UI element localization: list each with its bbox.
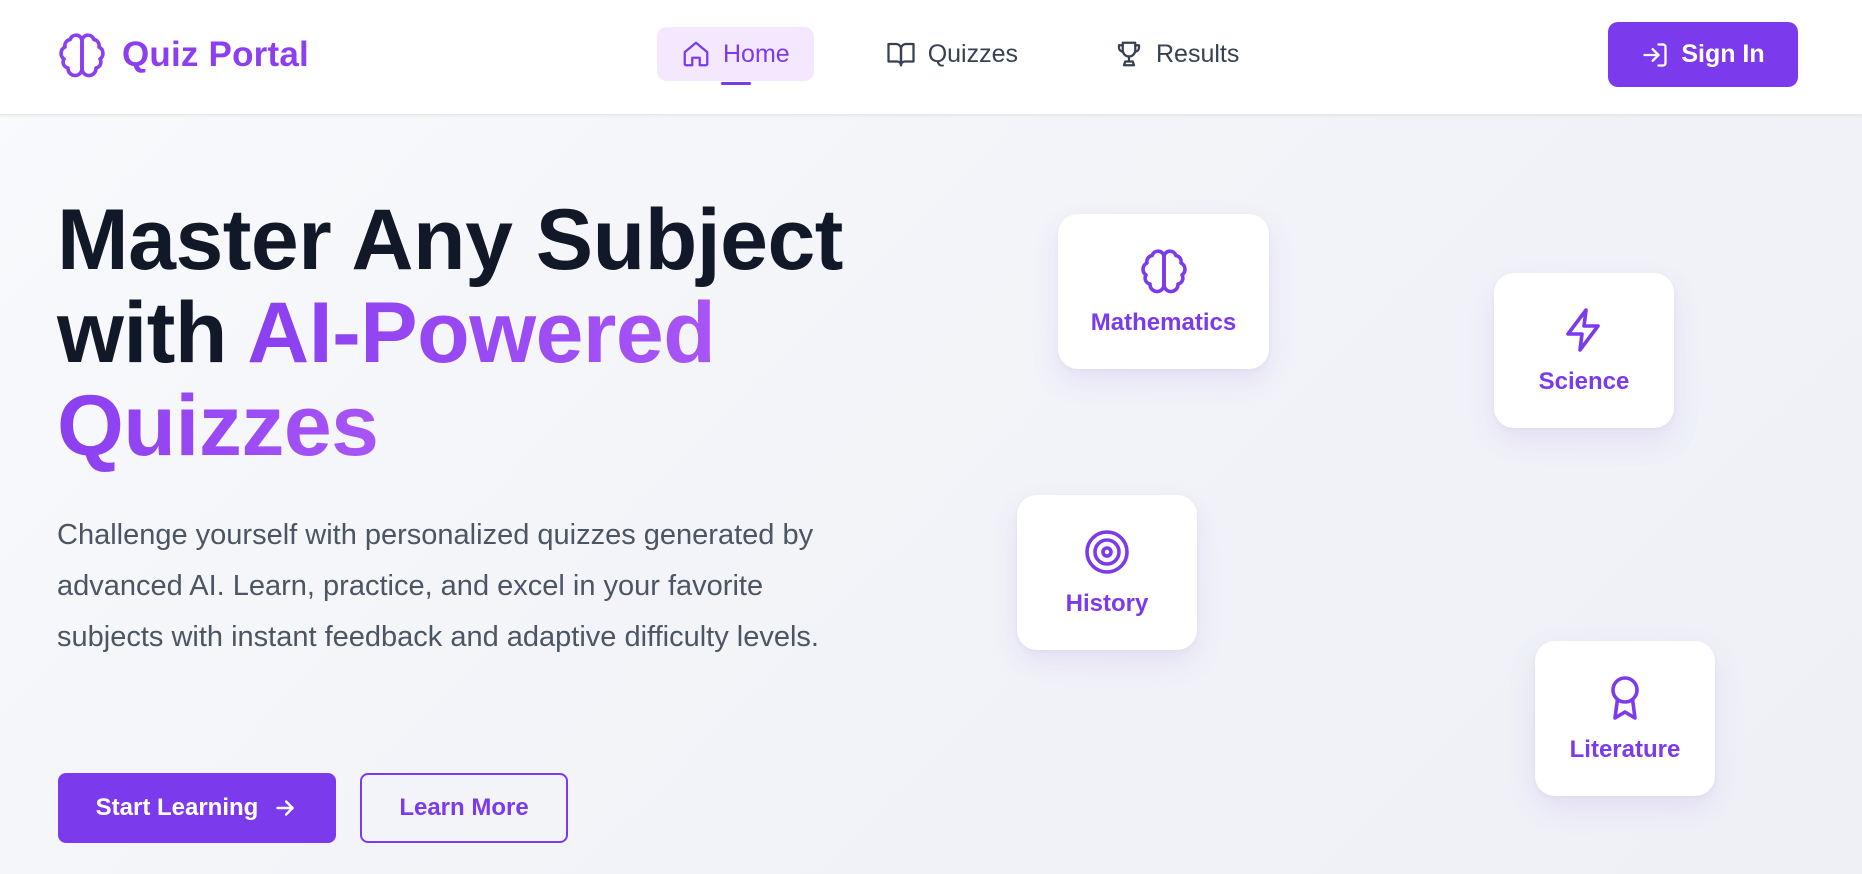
subject-card-science[interactable]: Science	[1494, 273, 1674, 428]
lightning-icon	[1566, 307, 1600, 352]
subject-card-literature[interactable]: Literature	[1535, 641, 1715, 796]
brain-icon	[1140, 248, 1187, 293]
subject-label: History	[1065, 589, 1149, 617]
nav-home[interactable]: Home	[657, 27, 814, 85]
award-icon	[1611, 675, 1639, 720]
sign-in-button[interactable]: Sign In	[1608, 22, 1798, 87]
learn-more-button[interactable]: Learn More	[360, 773, 568, 843]
hero-heading-accent1: AI-Powered	[247, 285, 716, 381]
nav-results-label: Results	[1156, 39, 1240, 68]
hero-heading-with: with	[57, 285, 248, 381]
target-icon	[1085, 529, 1129, 574]
home-icon	[683, 41, 709, 67]
start-learning-button[interactable]: Start Learning	[58, 773, 336, 843]
brain-icon	[59, 33, 105, 78]
arrow-right-icon	[276, 800, 295, 816]
subject-label: Mathematics	[1090, 308, 1237, 336]
learn-more-label: Learn More	[399, 794, 529, 821]
sign-in-label: Sign In	[1681, 40, 1765, 68]
main-nav: Home Quizzes Results	[657, 27, 1263, 85]
nav-results[interactable]: Results	[1090, 27, 1263, 81]
top-navbar: Quiz Portal Home Quizzes Results Sign In	[0, 0, 1862, 115]
nav-quizzes[interactable]: Quizzes	[862, 27, 1042, 81]
start-learning-label: Start Learning	[95, 794, 259, 821]
brand-name: Quiz Portal	[122, 35, 309, 74]
trophy-icon	[1117, 41, 1141, 67]
subject-card-mathematics[interactable]: Mathematics	[1058, 214, 1269, 369]
subject-label: Literature	[1569, 735, 1681, 763]
nav-home-label: Home	[723, 39, 790, 68]
hero-heading: Master Any Subject with AI-Powered Quizz…	[57, 194, 957, 473]
brand-logo[interactable]: Quiz Portal	[58, 30, 309, 80]
log-in-icon	[1643, 42, 1667, 67]
hero-heading-line1: Master Any Subject	[57, 192, 843, 288]
book-open-icon	[887, 42, 915, 67]
subject-label: Science	[1538, 367, 1630, 395]
hero-description: Challenge yourself with personalized qui…	[57, 519, 819, 653]
nav-quizzes-label: Quizzes	[927, 39, 1018, 68]
hero-heading-accent2: Quizzes	[57, 378, 379, 474]
subject-card-history[interactable]: History	[1017, 495, 1197, 650]
